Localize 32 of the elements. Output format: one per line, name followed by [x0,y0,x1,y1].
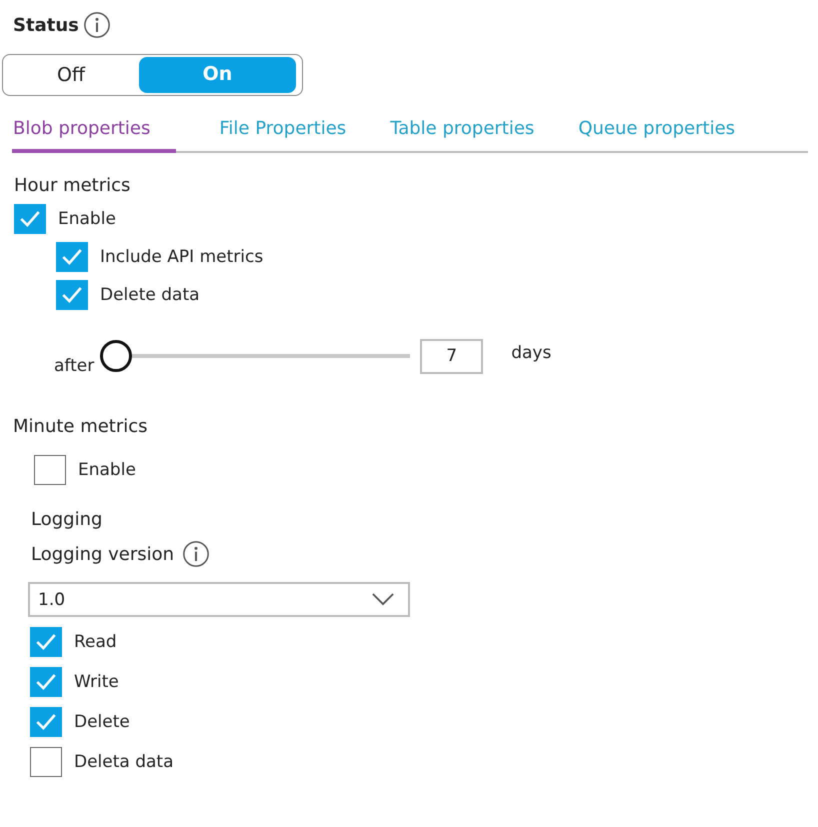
checkbox[interactable] [34,455,66,485]
tab[interactable]: Blob properties [12,110,176,153]
toggle-switch[interactable]: Off On [2,54,303,96]
slider-label: after [54,356,94,376]
version-dropdown[interactable]: 1.0 [28,582,410,617]
section-heading: Logging [31,509,104,530]
checkbox[interactable] [56,242,88,272]
checkbox-label: Enable [58,209,116,229]
field-label: Logging version [31,544,174,564]
checkbox[interactable] [56,280,88,310]
checkbox-label: Read [74,632,117,652]
checkbox-label: Write [74,672,119,692]
section-heading: Minute metrics [13,416,149,437]
chevron-down-icon [372,593,394,606]
toggle-option[interactable]: Off [3,64,139,86]
info-icon[interactable] [82,11,111,39]
number-field[interactable]: 7 [420,338,484,374]
status-label: Status [13,14,79,36]
section-heading: Hour metrics [14,175,132,196]
checkbox-label: Delete [74,712,130,732]
checkbox-label: Deleta data [74,752,174,772]
slider-thumb[interactable] [100,340,132,372]
checkbox[interactable] [14,204,46,234]
checkbox[interactable] [30,707,62,737]
checkbox-label: Delete data [100,285,200,305]
checkbox[interactable] [30,627,62,657]
checkbox[interactable] [30,667,62,697]
info-icon[interactable] [182,540,210,568]
checkbox-label: Enable [78,460,136,480]
unit-label: days [511,343,552,363]
checkbox[interactable] [30,747,62,777]
checkbox-label: Include API metrics [100,247,264,267]
